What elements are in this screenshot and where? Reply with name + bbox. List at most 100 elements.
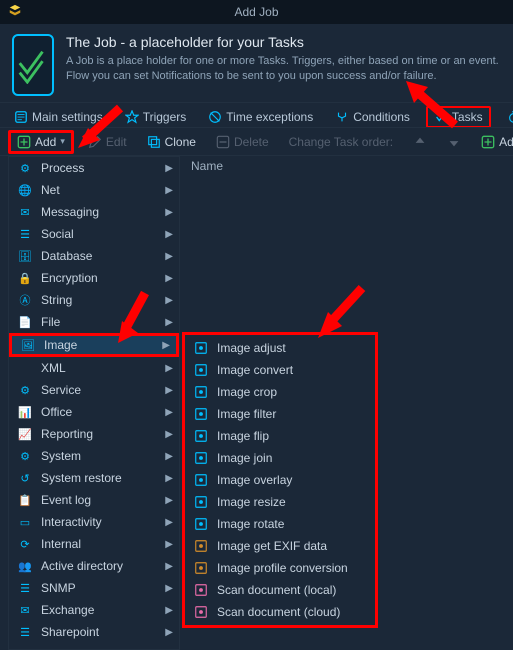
category-item-social[interactable]: ☰Social▶ [9, 223, 179, 245]
category-item-net[interactable]: 🌐Net▶ [9, 179, 179, 201]
submenu-item-image-get-exif-data[interactable]: Image get EXIF data [185, 535, 375, 557]
task-icon [193, 517, 209, 531]
button-label: Delete [234, 135, 269, 149]
tab-label: Conditions [353, 110, 410, 124]
submenu-label: Image overlay [217, 473, 292, 487]
category-label: XML [41, 361, 157, 375]
category-item-system-restore[interactable]: ↺System restore▶ [9, 467, 179, 489]
dropdown-caret-icon: ▾ [60, 136, 65, 147]
submenu-arrow-icon: ▶ [162, 340, 170, 351]
submenu-arrow-icon: ▶ [165, 495, 173, 506]
category-icon: 🌐 [17, 184, 33, 197]
category-item-sharepoint[interactable]: ☰Sharepoint▶ [9, 621, 179, 643]
task-icon [193, 407, 209, 421]
app-logo-icon [8, 4, 22, 21]
tab-time-exceptions[interactable]: Time exceptions [202, 108, 319, 126]
move-up-button[interactable] [407, 133, 433, 151]
header-title: The Job - a placeholder for your Tasks [66, 34, 501, 50]
submenu-item-image-profile-conversion[interactable]: Image profile conversion [185, 557, 375, 579]
submenu-item-image-rotate[interactable]: Image rotate [185, 513, 375, 535]
category-label: Service [41, 383, 157, 397]
change-order-label: Change Task order: [283, 133, 400, 151]
task-icon [193, 605, 209, 619]
submenu-label: Image profile conversion [217, 561, 348, 575]
submenu-item-image-overlay[interactable]: Image overlay [185, 469, 375, 491]
category-item-interactivity[interactable]: ▭Interactivity▶ [9, 511, 179, 533]
category-label: Internal [41, 537, 157, 551]
category-icon: ☰ [17, 582, 33, 595]
task-icon [193, 451, 209, 465]
submenu-arrow-icon: ▶ [165, 429, 173, 440]
submenu-item-image-filter[interactable]: Image filter [185, 403, 375, 425]
tab-triggers[interactable]: Triggers [119, 108, 193, 126]
category-label: Sharepoint [41, 625, 157, 639]
tab-main-settings[interactable]: Main settings [8, 108, 109, 126]
category-item-reporting[interactable]: 📈Reporting▶ [9, 423, 179, 445]
category-label: Net [41, 183, 157, 197]
category-label: Process [41, 161, 157, 175]
category-item-office[interactable]: 📊Office▶ [9, 401, 179, 423]
tab-conditions[interactable]: Conditions [329, 108, 416, 126]
category-item-file[interactable]: 📄File▶ [9, 311, 179, 333]
category-icon: 📋 [17, 494, 33, 507]
category-label: String [41, 293, 157, 307]
move-down-button[interactable] [441, 133, 467, 151]
category-item-exchange[interactable]: ✉Exchange▶ [9, 599, 179, 621]
category-label: Social [41, 227, 157, 241]
category-item-string[interactable]: ⒶString▶ [9, 289, 179, 311]
category-icon: 🗄 [17, 250, 33, 263]
category-item-image[interactable]: 🖼Image▶ [9, 333, 179, 357]
clone-button[interactable]: Clone [141, 133, 202, 151]
button-label: Clone [165, 135, 196, 149]
submenu-arrow-icon: ▶ [165, 605, 173, 616]
task-icon [193, 341, 209, 355]
task-icon [193, 473, 209, 487]
column-header-name[interactable]: Name [185, 156, 229, 176]
task-icon [193, 561, 209, 575]
submenu-label: Image get EXIF data [217, 539, 327, 553]
button-label: Edit [106, 135, 127, 149]
submenu-arrow-icon: ▶ [165, 627, 173, 638]
submenu-label: Scan document (local) [217, 583, 336, 597]
category-item-encryption[interactable]: 🔒Encryption▶ [9, 267, 179, 289]
tab-tasks[interactable]: Tasks [426, 106, 491, 128]
tab-timeout[interactable]: TimeOut [501, 108, 513, 126]
submenu-item-scan-document-cloud-[interactable]: Scan document (cloud) [185, 601, 375, 623]
submenu-label: Image convert [217, 363, 293, 377]
category-label: System restore [41, 471, 157, 485]
category-label: Messaging [41, 205, 157, 219]
category-item-messaging[interactable]: ✉Messaging▶ [9, 201, 179, 223]
submenu-arrow-icon: ▶ [165, 583, 173, 594]
submenu-label: Image resize [217, 495, 286, 509]
button-label: Add [35, 135, 56, 149]
submenu-item-image-adjust[interactable]: Image adjust [185, 337, 375, 359]
submenu-item-image-convert[interactable]: Image convert [185, 359, 375, 381]
submenu-arrow-icon: ▶ [165, 251, 173, 262]
category-item-system[interactable]: ⚙System▶ [9, 445, 179, 467]
category-item-internal[interactable]: ⟳Internal▶ [9, 533, 179, 555]
category-item-process[interactable]: ⚙Process▶ [9, 157, 179, 179]
submenu-item-image-join[interactable]: Image join [185, 447, 375, 469]
submenu-item-image-flip[interactable]: Image flip [185, 425, 375, 447]
category-item-active-directory[interactable]: 👥Active directory▶ [9, 555, 179, 577]
header-description: A Job is a place holder for one or more … [66, 54, 501, 84]
submenu-arrow-icon: ▶ [165, 295, 173, 306]
edit-button[interactable]: Edit [82, 133, 133, 151]
category-item-database[interactable]: 🗄Database▶ [9, 245, 179, 267]
submenu-item-image-crop[interactable]: Image crop [185, 381, 375, 403]
tab-label: Triggers [143, 110, 187, 124]
category-item-event-log[interactable]: 📋Event log▶ [9, 489, 179, 511]
category-item-snmp[interactable]: ☰SNMP▶ [9, 577, 179, 599]
category-label: Active directory [41, 559, 157, 573]
category-item-xml[interactable]: XML▶ [9, 357, 179, 379]
delete-button[interactable]: Delete [210, 133, 275, 151]
category-item-service[interactable]: ⚙Service▶ [9, 379, 179, 401]
add-loop-button[interactable]: Add loop [475, 133, 513, 151]
add-button[interactable]: Add ▾ [8, 130, 74, 154]
submenu-item-image-resize[interactable]: Image resize [185, 491, 375, 513]
submenu-item-scan-document-local-[interactable]: Scan document (local) [185, 579, 375, 601]
category-label: Image [44, 338, 154, 352]
submenu-arrow-icon: ▶ [165, 407, 173, 418]
image-submenu: Image adjustImage convertImage cropImage… [182, 332, 378, 628]
header: The Job - a placeholder for your Tasks A… [0, 24, 513, 102]
